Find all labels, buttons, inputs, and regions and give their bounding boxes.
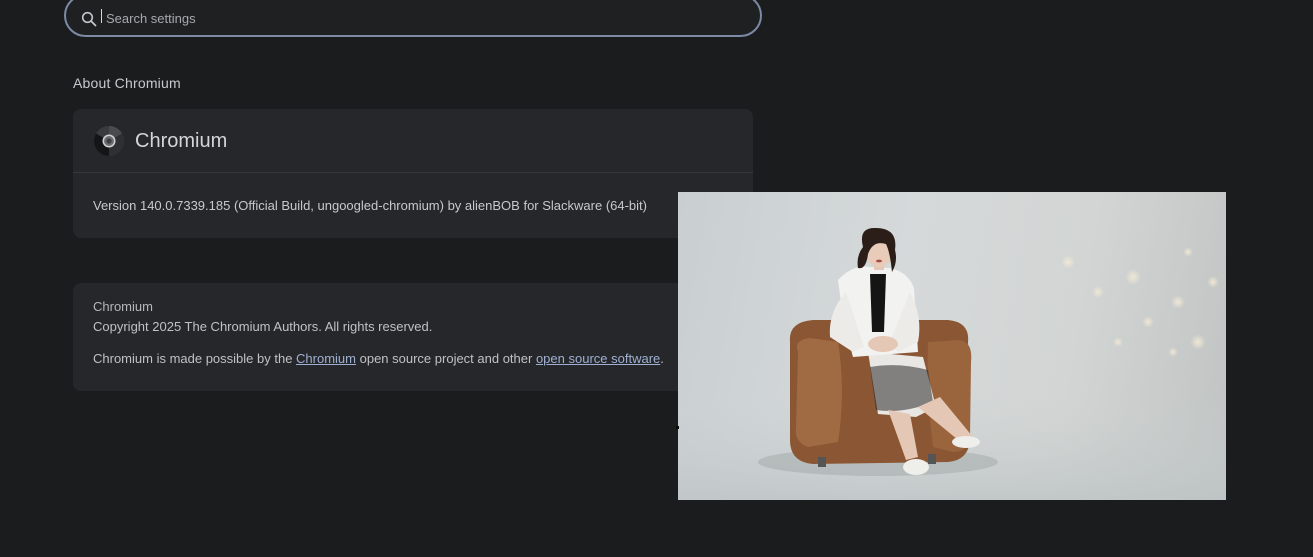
search-box[interactable] bbox=[64, 0, 762, 37]
text-caret bbox=[101, 9, 102, 23]
version-info: Version 140.0.7339.185 (Official Build, … bbox=[93, 197, 647, 213]
about-card-header: Chromium bbox=[73, 109, 753, 173]
about-card: Chromium Version 140.0.7339.185 (Officia… bbox=[73, 109, 753, 238]
search-icon bbox=[80, 10, 98, 28]
product-name: Chromium bbox=[135, 129, 228, 152]
video-frame-image bbox=[678, 227, 1226, 500]
chromium-logo-icon bbox=[93, 125, 125, 157]
credits-suffix: . bbox=[660, 351, 664, 366]
credits-prefix: Chromium is made possible by the bbox=[93, 351, 297, 366]
chromium-project-link[interactable]: Chromium bbox=[296, 351, 356, 366]
copyright-text: Copyright 2025 The Chromium Authors. All… bbox=[93, 319, 433, 334]
credits-text: Chromium is made possible by the Chromiu… bbox=[93, 349, 733, 369]
legal-card: Chromium Copyright 2025 The Chromium Aut… bbox=[73, 283, 753, 391]
legal-product-name: Chromium bbox=[93, 299, 153, 314]
video-overlay[interactable] bbox=[678, 192, 1226, 500]
open-source-software-link[interactable]: open source software bbox=[536, 351, 660, 366]
section-title-about: About Chromium bbox=[73, 75, 181, 91]
credits-middle: open source project and other bbox=[356, 351, 536, 366]
mouse-cursor bbox=[676, 426, 679, 429]
search-input[interactable] bbox=[104, 10, 704, 27]
